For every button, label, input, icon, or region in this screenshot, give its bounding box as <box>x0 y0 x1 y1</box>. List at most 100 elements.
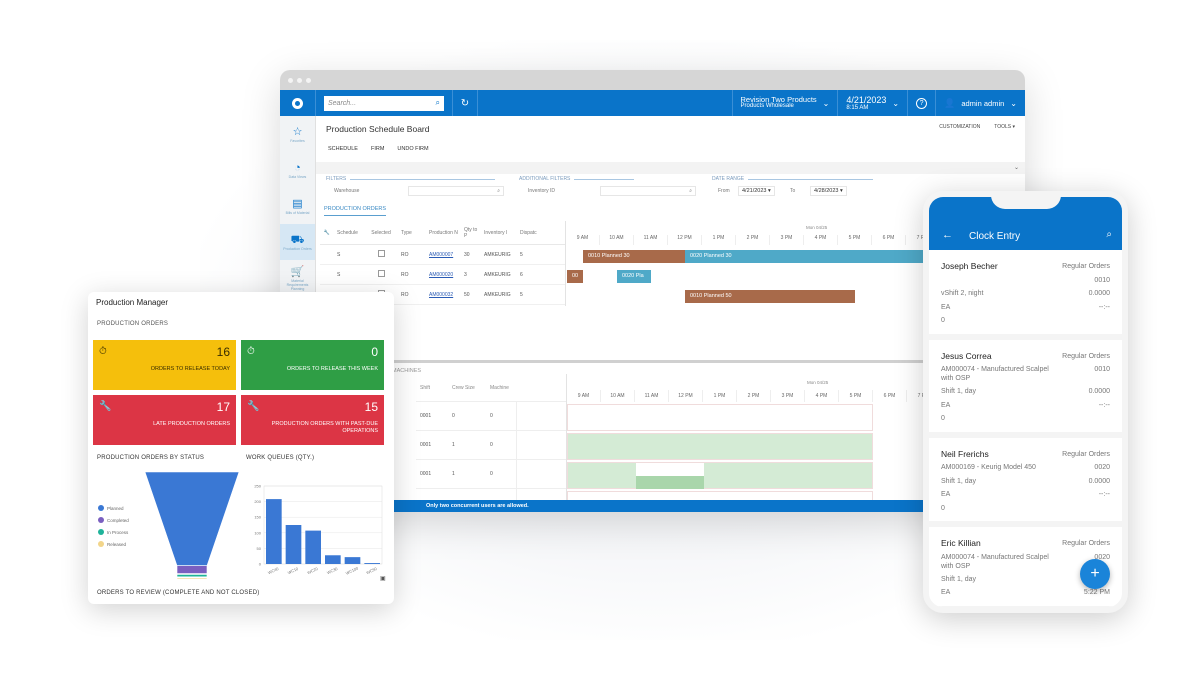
clock-entry[interactable]: Joseph Becher Regular Orders 0010 vShift 2,… <box>929 250 1122 340</box>
app-logo[interactable] <box>280 90 316 116</box>
kpi-tile-late-orders[interactable]: 🔧 17 LATE PRODUCTION ORDERS <box>93 395 236 445</box>
funnel-segment-planned[interactable] <box>145 472 240 566</box>
splitter[interactable] <box>316 360 1025 363</box>
gantt-bar[interactable]: 0020 Pla <box>617 270 651 283</box>
column-header[interactable]: Selected <box>364 230 398 236</box>
schedule-button[interactable]: SCHEDULE <box>328 146 358 152</box>
to-date-select[interactable]: 4/28/2023 ▾ <box>810 186 847 196</box>
search-icon[interactable]: ⌕ <box>436 98 440 108</box>
gantt-bar[interactable]: 0020 Planned 30 <box>685 250 935 263</box>
search-icon[interactable]: ⌕ <box>1106 229 1112 240</box>
legend-item[interactable]: In Process <box>98 526 129 538</box>
bar-wc100[interactable] <box>344 557 361 564</box>
work-queues-bar-chart: 0 50 100 150 200 250 WC40 WC10 WC20 WC30 WC100 WC50… <box>254 484 386 583</box>
employee-name: Joseph Becher <box>941 261 998 271</box>
legend-swatch <box>98 541 104 547</box>
undo-firm-button[interactable]: UNDO FIRM <box>397 146 428 152</box>
column-header[interactable]: Dispatc <box>518 230 540 236</box>
search-input[interactable]: Search... ⌕ <box>324 95 444 111</box>
column-header[interactable]: Type <box>398 230 426 236</box>
order-link[interactable]: AM000032 <box>426 292 462 298</box>
hour-label: 1 PM <box>703 390 737 402</box>
row-checkbox[interactable] <box>377 250 385 257</box>
legend-item[interactable]: Planned <box>98 502 129 514</box>
sidebar-item-bills-of-material[interactable]: ▤ Bills of Material <box>280 188 315 224</box>
filter-collapse-bar[interactable]: ⌄ <box>316 162 1025 174</box>
firm-button[interactable]: FIRM <box>371 146 384 152</box>
window-dot[interactable] <box>306 77 311 83</box>
cell-inventory: AMKEURIG <box>484 271 511 278</box>
column-header[interactable]: Production N <box>426 230 462 236</box>
tools-menu[interactable]: TOOLS ▾ <box>994 124 1015 130</box>
funnel-segment-completed[interactable] <box>176 565 208 574</box>
hour-label: 9 AM <box>567 390 601 402</box>
column-header[interactable]: Shift <box>416 385 448 391</box>
gantt-bar[interactable]: 0010 Planned 50 <box>685 290 855 303</box>
legend-item[interactable]: Completed <box>98 514 129 526</box>
date-selector[interactable]: 4/21/2023 8:15 AM ⌄ <box>837 90 907 116</box>
clock-entry[interactable]: Neil Frerichs Regular Orders AM000169 - Ke… <box>929 438 1122 527</box>
order-link[interactable]: AM000007 <box>426 252 462 258</box>
gantt-bar[interactable]: 0010 Planned 30 <box>583 250 685 263</box>
kpi-tile-past-due-operations[interactable]: 🔧 15 PRODUCTION ORDERS WITH PAST-DUE OPE… <box>241 395 384 445</box>
table-row[interactable]: 0001 0 0 <box>416 402 566 431</box>
x-tick-label: WC100 <box>345 565 360 575</box>
cell-shift: 0001 <box>420 471 432 477</box>
date-range-label: DATE RANGE <box>712 176 745 182</box>
export-icon[interactable]: ▣ <box>380 576 386 582</box>
funnel-segment-in-process[interactable] <box>176 574 208 578</box>
window-dot[interactable] <box>297 77 302 83</box>
table-row[interactable]: 0001 1 0 <box>416 431 566 460</box>
phone-notch <box>991 197 1061 209</box>
sidebar-item-production-orders[interactable]: ⛟ Production Orders <box>280 224 315 260</box>
window-dot[interactable] <box>288 77 293 83</box>
order-link[interactable]: AM000020 <box>426 272 462 278</box>
row-checkbox[interactable] <box>377 270 385 277</box>
bar-wc10[interactable] <box>285 525 302 564</box>
gantt-bar[interactable]: 00 <box>567 270 583 283</box>
order-type: Regular Orders <box>1062 540 1110 547</box>
funnel-segment-released[interactable] <box>176 577 208 580</box>
bar-wc30[interactable] <box>325 555 341 564</box>
user-icon: 👤 <box>944 97 956 108</box>
bar-wc50[interactable] <box>364 563 380 564</box>
kpi-tile-release-today[interactable]: ⏱ 16 ORDERS TO RELEASE TODAY <box>93 340 236 390</box>
bar-wc40[interactable] <box>266 499 282 564</box>
capacity-block[interactable] <box>636 476 704 489</box>
add-button[interactable]: + <box>1080 559 1110 589</box>
sidebar-item-data-views[interactable]: ◔ Data Views <box>280 152 315 188</box>
table-row[interactable]: 0001 1 0 <box>416 460 566 489</box>
tab-production-orders[interactable]: PRODUCTION ORDERS <box>324 206 387 216</box>
warehouse-input[interactable]: ⌕ <box>408 186 504 196</box>
column-header[interactable]: Crew Size <box>448 385 486 391</box>
stopwatch-icon: ⏱ <box>247 346 255 357</box>
inventory-id-input[interactable]: ⌕ <box>600 186 696 196</box>
y-tick-label: 50 <box>257 546 262 551</box>
table-row[interactable]: S RO AM000007 30 AMKEURIG 5 <box>320 245 565 265</box>
column-header[interactable]: Schedule <box>334 230 364 236</box>
customization-menu[interactable]: CUSTOMIZATION <box>939 124 980 130</box>
bar-wc20[interactable] <box>305 530 321 564</box>
kpi-value: 15 <box>364 400 378 414</box>
table-row[interactable]: S RO AM000020 3 AMKEURIG 6 <box>320 265 565 285</box>
search-icon[interactable]: ⌕ <box>689 188 692 194</box>
wrench-icon[interactable]: 🔧 <box>320 230 334 236</box>
chevron-down-icon[interactable]: ⌄ <box>1014 164 1019 171</box>
from-date-select[interactable]: 4/21/2023 ▾ <box>738 186 775 196</box>
company-selector[interactable]: Revision Two Products Products Wholesale … <box>731 90 838 116</box>
sidebar-item-mrp[interactable]: 🛒 Material Requirements Planning <box>280 260 315 296</box>
hour-label: 5 PM <box>839 390 873 402</box>
help-button[interactable]: ? <box>907 90 935 116</box>
back-arrow-icon[interactable]: ← <box>942 229 953 241</box>
legend-item[interactable]: Released <box>98 538 129 550</box>
search-icon[interactable]: ⌕ <box>497 188 500 194</box>
sidebar-item-favorites[interactable]: ☆ Favorites <box>280 116 315 152</box>
kpi-tile-release-week[interactable]: ⏱ 0 ORDERS TO RELEASE THIS WEEK <box>241 340 384 390</box>
user-menu[interactable]: 👤 admin admin ⌄ <box>935 90 1025 116</box>
clock-entry[interactable]: Jesus Correa Regular Orders AM000074 - Man… <box>929 340 1122 438</box>
column-header[interactable]: Machine <box>486 385 516 391</box>
column-header[interactable]: Qty to P <box>462 227 482 239</box>
history-icon[interactable]: ↻ <box>452 90 478 116</box>
cell-schedule: S <box>337 251 341 258</box>
column-header[interactable]: Inventory I <box>482 230 518 236</box>
